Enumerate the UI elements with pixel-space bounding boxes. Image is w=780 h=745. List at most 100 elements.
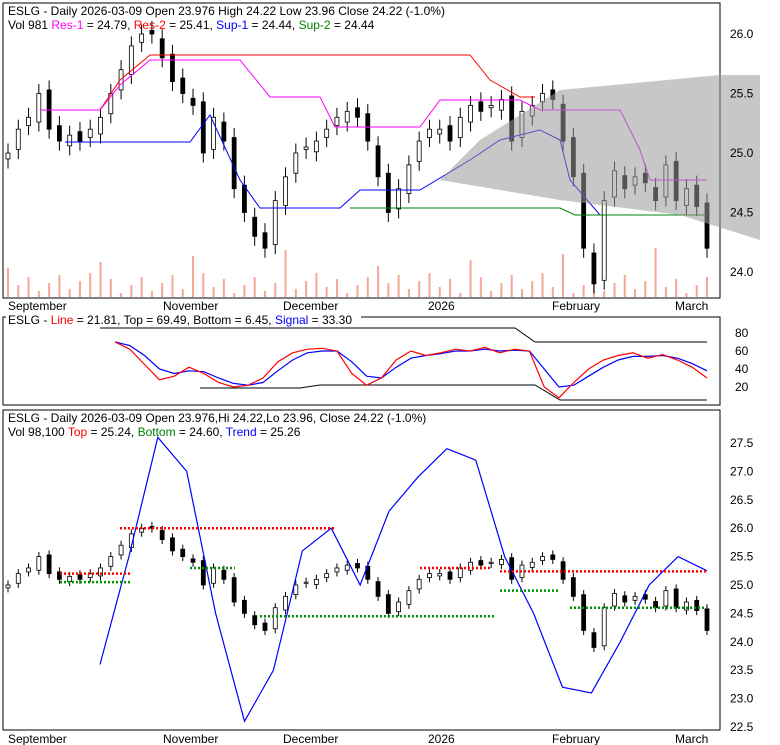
candle bbox=[5, 152, 11, 160]
volume-bar bbox=[706, 277, 708, 297]
candle bbox=[98, 116, 103, 135]
x-tick-label: September bbox=[8, 732, 67, 745]
y-tick-label: 80 bbox=[735, 326, 749, 340]
panel2-legend: ESLG - Line = 21.81, Top = 69.49, Bottom… bbox=[8, 313, 352, 327]
y-tick-label: 26.5 bbox=[730, 493, 754, 507]
volume-bar bbox=[253, 277, 256, 297]
candle bbox=[427, 128, 432, 138]
candle bbox=[704, 608, 710, 631]
candle bbox=[344, 110, 350, 123]
candle bbox=[581, 594, 587, 631]
volume-bar bbox=[531, 281, 534, 297]
volume-bar bbox=[479, 277, 482, 297]
volume-bar bbox=[274, 283, 277, 297]
candle bbox=[334, 116, 340, 127]
volume-bar bbox=[459, 293, 462, 297]
oscillator-panel bbox=[2, 316, 721, 406]
candle bbox=[139, 33, 145, 43]
volume-bar bbox=[387, 283, 390, 297]
volume-bar bbox=[222, 279, 225, 297]
candle bbox=[211, 567, 216, 584]
candle bbox=[447, 571, 453, 580]
candle bbox=[283, 176, 288, 206]
volume-bar bbox=[48, 283, 51, 297]
y-tick-label: 24.5 bbox=[730, 206, 754, 220]
x-tick-label: December bbox=[283, 299, 338, 313]
volume-bar bbox=[469, 260, 472, 297]
volume-bar bbox=[695, 285, 698, 297]
candle bbox=[26, 567, 31, 573]
volume-bar bbox=[449, 279, 452, 297]
candle bbox=[437, 573, 443, 577]
volume-bar bbox=[192, 256, 195, 297]
candle bbox=[529, 561, 535, 568]
candle bbox=[499, 99, 504, 111]
x-tick-label: November bbox=[163, 299, 218, 313]
candle bbox=[488, 561, 494, 564]
candle bbox=[385, 594, 391, 614]
candle bbox=[540, 556, 545, 561]
y-tick-label: 27.0 bbox=[730, 464, 754, 478]
candle bbox=[180, 548, 186, 558]
volume-bar bbox=[356, 285, 359, 297]
volume-bar bbox=[510, 275, 513, 297]
candle bbox=[427, 573, 432, 579]
candle bbox=[15, 128, 21, 150]
candle bbox=[334, 567, 340, 573]
candle bbox=[344, 564, 350, 571]
volume-bar bbox=[438, 287, 441, 297]
volume-bar bbox=[171, 275, 174, 297]
candle bbox=[170, 53, 175, 83]
candle bbox=[416, 140, 422, 162]
candle bbox=[87, 128, 93, 138]
candle bbox=[622, 595, 628, 603]
volume-bar bbox=[243, 285, 246, 297]
volume-bar bbox=[500, 283, 503, 297]
panel1-title: ESLG - Daily 2026-03-09 Open 23.976 High… bbox=[8, 4, 445, 18]
candle bbox=[694, 599, 700, 611]
volume-bar bbox=[634, 289, 637, 297]
candle bbox=[303, 146, 309, 150]
candle bbox=[416, 578, 422, 590]
y-tick-label: 23.0 bbox=[730, 692, 754, 706]
y-tick-label: 25.5 bbox=[730, 87, 754, 101]
candle bbox=[190, 97, 196, 106]
candle bbox=[15, 573, 21, 584]
volume-bar bbox=[27, 277, 30, 297]
candle bbox=[242, 184, 247, 213]
candle bbox=[488, 105, 494, 109]
y-tick-label: 25.0 bbox=[730, 578, 754, 592]
candle bbox=[591, 632, 597, 648]
x-tick-label: March bbox=[675, 732, 708, 745]
volume-bar bbox=[418, 281, 421, 297]
volume-bar bbox=[58, 275, 61, 297]
candle bbox=[324, 128, 330, 138]
volume-bar bbox=[613, 283, 616, 297]
candle bbox=[108, 556, 114, 567]
y-tick-label: 26.0 bbox=[730, 521, 754, 535]
candle bbox=[324, 573, 330, 579]
volume-bar bbox=[284, 250, 287, 297]
volume-bar bbox=[99, 262, 102, 297]
candle bbox=[396, 188, 402, 210]
volume-bar bbox=[315, 273, 318, 297]
volume-bar bbox=[109, 279, 112, 297]
candle bbox=[601, 200, 607, 281]
volume-bar bbox=[68, 289, 71, 297]
volume-bar bbox=[520, 289, 523, 297]
volume-bar bbox=[161, 283, 164, 297]
candle bbox=[396, 601, 402, 613]
volume-bar bbox=[572, 293, 575, 297]
candle bbox=[77, 574, 83, 580]
volume-bar bbox=[603, 291, 606, 297]
candle bbox=[478, 560, 484, 566]
y-tick-label: 24.0 bbox=[730, 635, 754, 649]
x-tick-label: February bbox=[552, 732, 600, 745]
x-tick-label: November bbox=[163, 732, 218, 745]
x-tick-label: 2026 bbox=[428, 732, 455, 745]
volume-bar bbox=[675, 279, 678, 297]
candle bbox=[293, 584, 299, 596]
candle bbox=[159, 530, 165, 540]
y-tick-label: 60 bbox=[735, 344, 749, 358]
candle bbox=[67, 576, 73, 582]
